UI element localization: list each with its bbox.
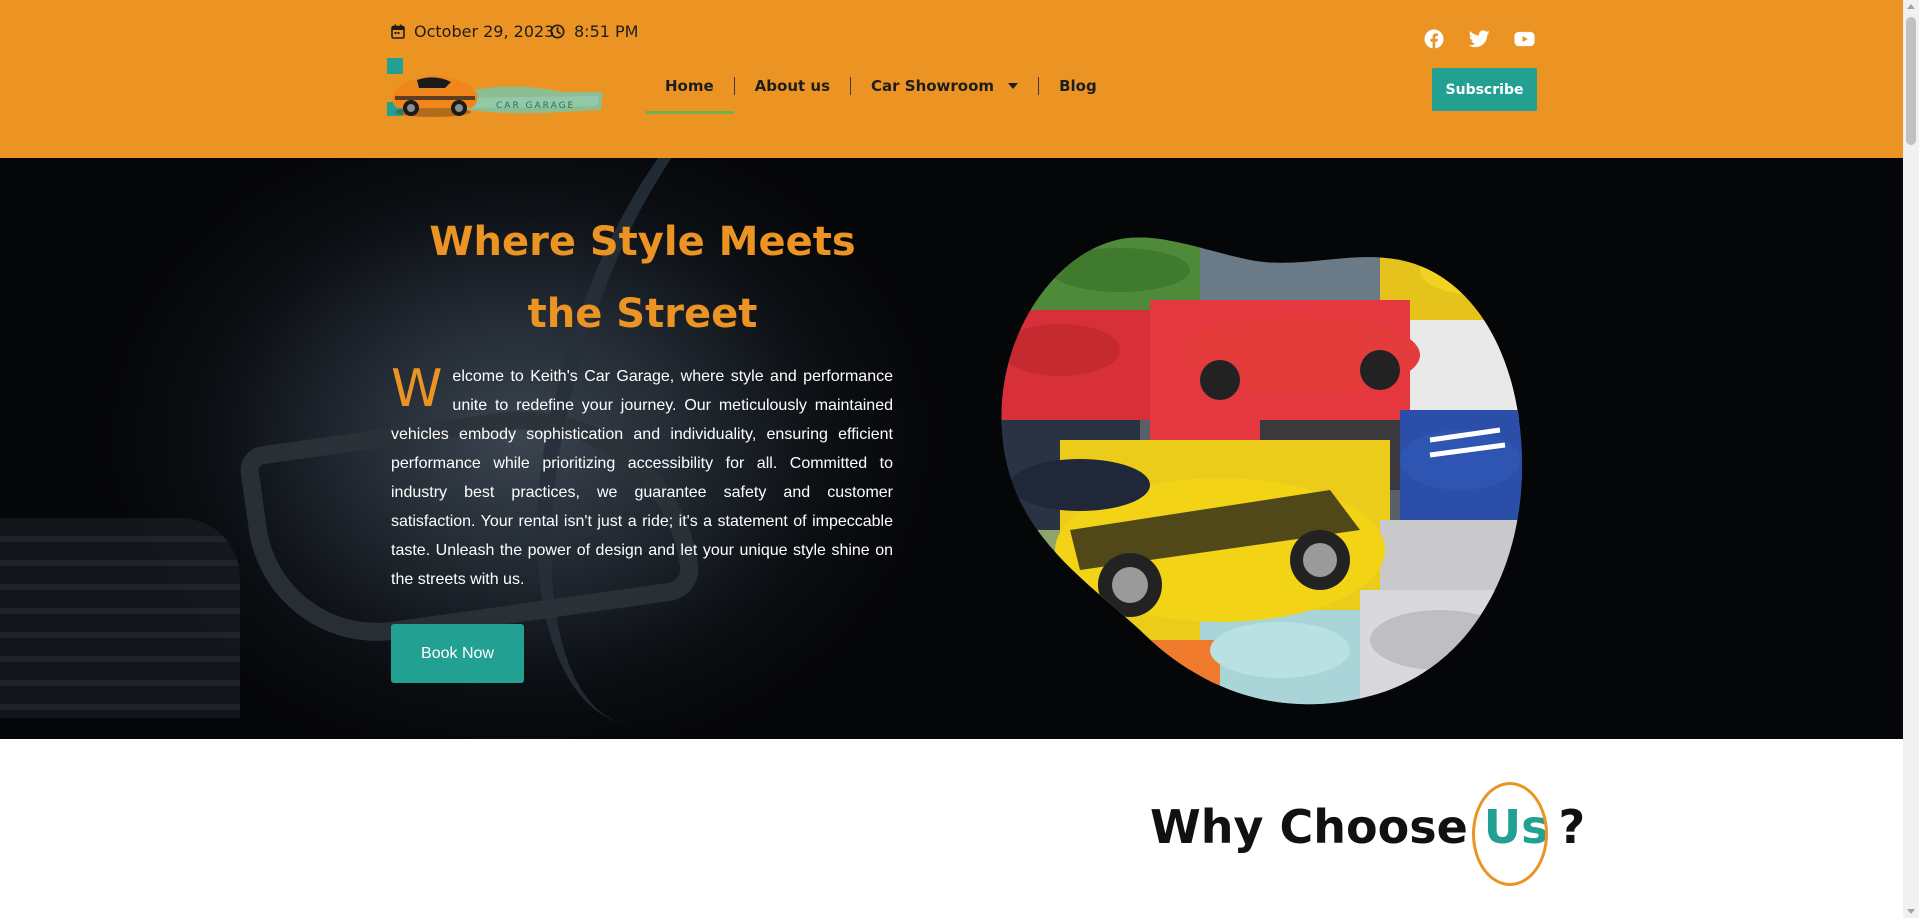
- why-heading-suffix: ?: [1558, 800, 1586, 854]
- subscribe-button[interactable]: Subscribe: [1432, 68, 1537, 111]
- why-heading-highlight: Us: [1471, 782, 1553, 886]
- chevron-down-icon[interactable]: [1008, 83, 1019, 89]
- twitter-icon[interactable]: [1467, 27, 1491, 51]
- youtube-icon[interactable]: [1512, 27, 1536, 51]
- hero-title: Where Style Meets the Street: [429, 219, 856, 337]
- clock-icon: [550, 24, 565, 39]
- scroll-down-icon[interactable]: [1907, 909, 1915, 914]
- time-text: 8:51 PM: [574, 22, 639, 41]
- nav-item-label: Home: [665, 77, 714, 95]
- nav-item-label: Blog: [1059, 77, 1097, 95]
- hero-description: Welcome to Keith's Car Garage, where sty…: [391, 362, 893, 594]
- nav-item-label: About us: [754, 77, 831, 95]
- car-collage-image: [1001, 237, 1523, 705]
- nav-item-home[interactable]: Home: [645, 72, 734, 114]
- site-header: October 29, 2023 8:51 PM CAR GARAGE Home…: [0, 0, 1903, 158]
- nav-item-label: Car Showroom: [871, 77, 995, 95]
- scrollbar-thumb[interactable]: [1906, 17, 1916, 145]
- scroll-up-icon[interactable]: [1907, 4, 1915, 9]
- calendar-icon: [391, 24, 405, 39]
- hero-background-grille: [0, 518, 240, 718]
- why-heading-prefix: Why Choose: [1150, 800, 1468, 854]
- nav-item-blog[interactable]: Blog: [1039, 72, 1117, 100]
- svg-text:CAR GARAGE: CAR GARAGE: [496, 101, 575, 111]
- site-logo[interactable]: CAR GARAGE: [387, 58, 605, 120]
- nav-item-car-showroom[interactable]: Car Showroom: [851, 72, 1038, 100]
- hero-body-text: elcome to Keith's Car Garage, where styl…: [391, 368, 893, 588]
- time-display: 8:51 PM: [550, 22, 638, 41]
- book-now-button[interactable]: Book Now: [391, 624, 524, 683]
- main-nav: Home About us Car Showroom Blog: [645, 72, 1117, 114]
- why-choose-us-heading: Why Choose Us ?: [1150, 782, 1586, 886]
- page-scrollbar[interactable]: [1903, 0, 1919, 918]
- facebook-icon[interactable]: [1422, 27, 1446, 51]
- hero-section: Where Style Meets the Street: [0, 158, 1903, 739]
- date-text: October 29, 2023: [414, 22, 555, 41]
- hero-dropcap: W: [391, 359, 443, 419]
- nav-item-about-us[interactable]: About us: [735, 72, 850, 100]
- date-display: October 29, 2023: [391, 22, 554, 41]
